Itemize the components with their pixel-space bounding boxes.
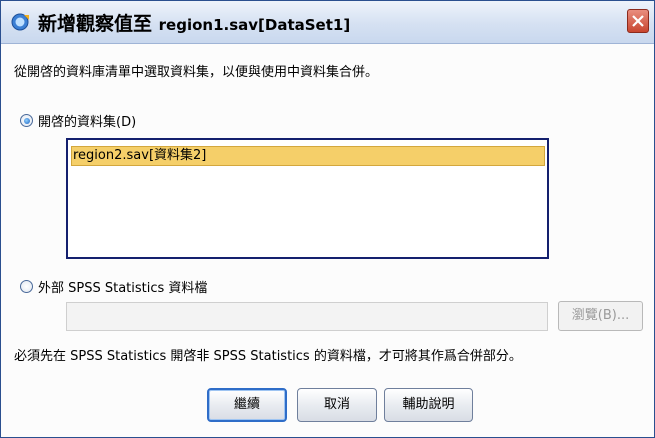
title-file: region1.sav[DataSet1] [158,16,351,34]
help-button[interactable]: 輔助說明 [384,388,473,422]
dataset-listbox[interactable]: region2.sav[資料集2] [66,138,549,259]
browse-button[interactable]: 瀏覽(B)... [558,301,643,331]
radio-button-unselected[interactable] [20,280,33,293]
radio-open-dataset-label: 開啓的資料集(D) [38,115,137,130]
add-cases-dialog: 新增觀察值至 region1.sav[DataSet1] 從開啓的資料庫清單中選… [0,0,655,438]
cancel-button[interactable]: 取消 [297,388,377,422]
file-path-input[interactable] [66,302,548,331]
radio-button-selected[interactable] [20,114,33,127]
window-title: 新增觀察值至 region1.sav[DataSet1] [38,9,350,36]
list-item[interactable]: region2.sav[資料集2] [71,146,545,166]
radio-open-dataset[interactable]: 開啓的資料集(D) [20,111,136,130]
close-icon [632,15,644,27]
radio-external-file-label: 外部 SPSS Statistics 資料檔 [38,281,208,296]
note-text: 必須先在 SPSS Statistics 開啓非 SPSS Statistics… [14,349,522,364]
title-prefix: 新增觀察值至 [38,13,153,35]
instruction-text: 從開啓的資料庫清單中選取資料集，以便與使用中資料集合併。 [14,65,379,80]
radio-external-file[interactable]: 外部 SPSS Statistics 資料檔 [20,277,207,296]
title-bar[interactable]: 新增觀察值至 region1.sav[DataSet1] [1,1,654,44]
close-button[interactable] [627,9,649,33]
continue-button[interactable]: 繼續 [207,388,287,422]
spss-app-icon [11,12,31,32]
